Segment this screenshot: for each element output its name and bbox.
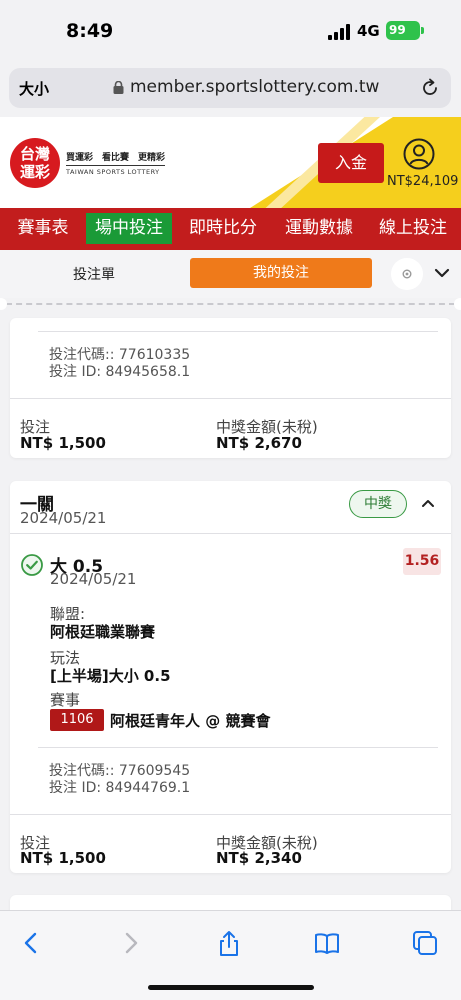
payout-amount: NT$ 2,670 bbox=[216, 434, 302, 452]
check-circle-icon bbox=[21, 554, 43, 576]
bet-date: 2024/05/21 bbox=[20, 509, 107, 527]
status-bar: 8:49 4G 99 bbox=[0, 0, 461, 62]
selection-date: 2024/05/21 bbox=[50, 570, 137, 588]
odds-badge: 1.56 bbox=[403, 548, 441, 575]
bet-code: 投注代碼:: 77610335 bbox=[49, 347, 191, 363]
divider bbox=[38, 747, 438, 748]
nav-item-schedule[interactable]: 賽事表 bbox=[10, 213, 76, 244]
payout-amount: NT$ 2,340 bbox=[216, 849, 302, 867]
bet-id: 投注 ID: 84944769.1 bbox=[49, 780, 191, 796]
stake-amount: NT$ 1,500 bbox=[20, 849, 106, 867]
logo-slogan: 買運彩 看比賽 更精彩 bbox=[66, 153, 166, 163]
lock-icon bbox=[113, 81, 124, 94]
chevron-up-icon[interactable] bbox=[421, 497, 435, 509]
network-label: 4G bbox=[357, 22, 380, 40]
nav-item-sports-data[interactable]: 運動數據 bbox=[276, 213, 362, 244]
market-value: [上半場]大小 0.5 bbox=[50, 667, 171, 685]
event-name: 阿根廷青年人 @ 競賽會 bbox=[110, 712, 271, 730]
gear-icon[interactable] bbox=[391, 258, 423, 290]
text-size-button[interactable]: 大小 bbox=[19, 78, 49, 99]
match-number-badge: 1106 bbox=[50, 709, 104, 731]
stake-amount: NT$ 1,500 bbox=[20, 434, 106, 452]
divider bbox=[10, 398, 451, 399]
site-logo[interactable]: 台灣 運彩 bbox=[10, 138, 60, 188]
forward-icon[interactable] bbox=[117, 929, 145, 957]
ticket-notch bbox=[0, 298, 7, 310]
league-value: 阿根廷職業聯賽 bbox=[50, 623, 156, 641]
home-indicator bbox=[148, 985, 314, 990]
nav-item-online-betting[interactable]: 線上投注 bbox=[370, 213, 456, 244]
ticket-notch bbox=[454, 298, 461, 310]
logo-line1: 台灣 bbox=[19, 145, 50, 163]
battery-icon: 99 bbox=[386, 21, 424, 40]
divider bbox=[38, 331, 438, 332]
tab-my-bets[interactable]: 我的投注 bbox=[190, 258, 372, 288]
logo-line2: 運彩 bbox=[19, 163, 50, 181]
account-icon[interactable] bbox=[403, 138, 435, 170]
divider bbox=[10, 533, 451, 534]
deposit-button[interactable]: 入金 bbox=[318, 143, 384, 183]
event-label: 賽事 bbox=[50, 691, 81, 709]
divider bbox=[6, 303, 455, 305]
back-icon[interactable] bbox=[17, 929, 45, 957]
logo-text: 買運彩 看比賽 更精彩 TAIWAN SPORTS LOTTERY bbox=[66, 150, 166, 176]
reload-icon[interactable] bbox=[419, 77, 441, 99]
account-balance: NT$24,109 bbox=[387, 174, 459, 189]
site-header: 台灣 運彩 買運彩 看比賽 更精彩 TAIWAN SPORTS LOTTERY … bbox=[0, 117, 461, 208]
bookmarks-icon[interactable] bbox=[313, 929, 341, 957]
logo-english: TAIWAN SPORTS LOTTERY bbox=[66, 165, 166, 176]
status-badge: 中獎 bbox=[349, 490, 407, 518]
bet-id: 投注 ID: 84945658.1 bbox=[49, 364, 191, 380]
nav-item-live-betting[interactable]: 場中投注 bbox=[86, 213, 172, 244]
status-time: 8:49 bbox=[66, 20, 114, 42]
main-nav: 賽事表 場中投注 即時比分 運動數據 線上投注 bbox=[0, 208, 461, 250]
chevron-down-icon[interactable] bbox=[434, 266, 450, 280]
share-icon[interactable] bbox=[215, 929, 243, 957]
url-text[interactable]: member.sportslottery.com.tw bbox=[130, 77, 379, 97]
divider bbox=[10, 814, 451, 815]
tabs-icon[interactable] bbox=[411, 929, 439, 957]
nav-item-live-scores[interactable]: 即時比分 bbox=[180, 213, 266, 244]
address-bar[interactable]: 大小 member.sportslottery.com.tw bbox=[9, 68, 451, 108]
tab-bet-slip[interactable]: 投注單 bbox=[73, 264, 115, 284]
bet-code: 投注代碼:: 77609545 bbox=[49, 763, 191, 779]
signal-icon bbox=[328, 24, 352, 40]
